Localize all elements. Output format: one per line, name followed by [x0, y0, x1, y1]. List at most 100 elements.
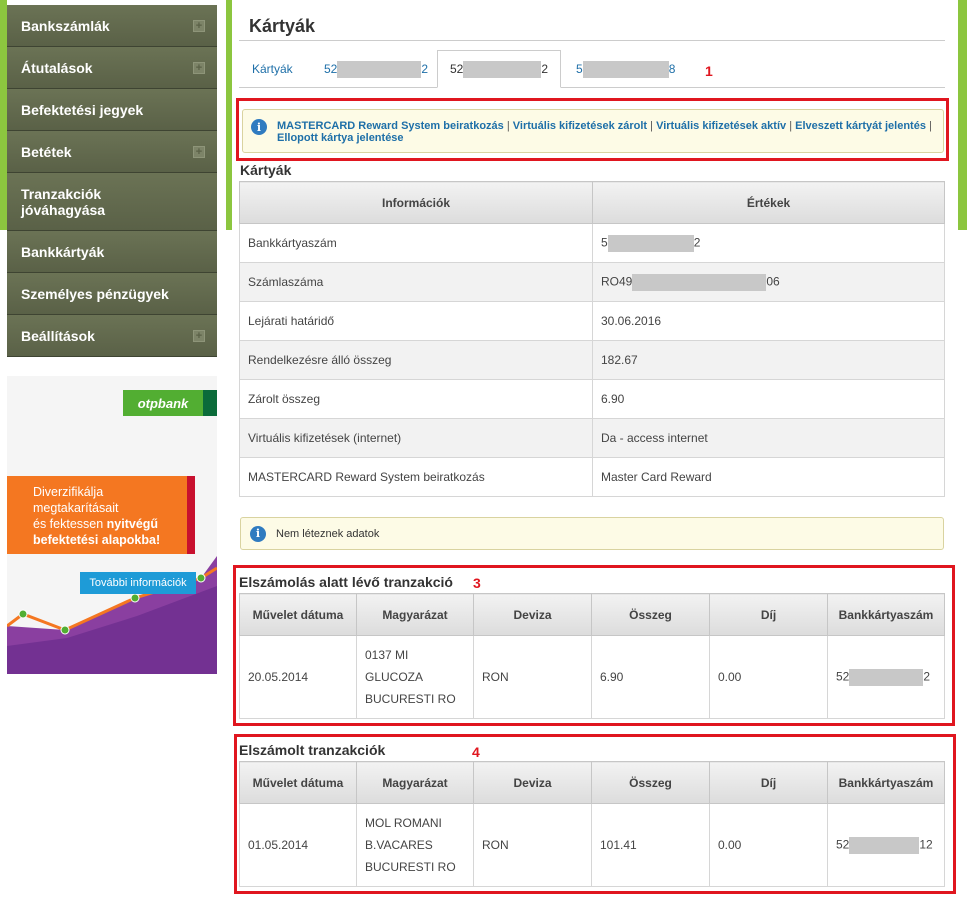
row-label: Zárolt összeg: [239, 379, 593, 419]
card-info-table: Információk Értékek Bankkártyaszám 52 Sz…: [239, 181, 945, 497]
cell-date: 01.05.2014: [239, 803, 357, 887]
sidebar-nav: Bankszámlák + Átutalások + Befektetési j…: [7, 5, 217, 357]
cell-fee: 0.00: [709, 635, 828, 719]
info-icon: i: [251, 119, 267, 135]
card-action-links: MASTERCARD Reward System beiratkozás | V…: [277, 120, 935, 144]
expand-plus-icon[interactable]: +: [193, 145, 205, 158]
card-tabs: Kártyák 52 2 52 2 58: [239, 50, 945, 88]
sidebar-item-befektetesi-jegyek[interactable]: Befektetési jegyek: [7, 89, 217, 131]
annotation-4: 4: [472, 744, 480, 760]
masked-card-number: [849, 668, 924, 686]
row-value: 182.67: [592, 340, 945, 380]
tab-cards[interactable]: Kártyák: [252, 50, 293, 88]
row-value: Master Card Reward: [592, 457, 945, 497]
promo-line: és fektessen nyitvégű: [33, 517, 159, 531]
table-row: Zárolt összeg 6.90: [239, 379, 945, 419]
column-header: Bankkártyaszám: [827, 761, 945, 804]
settled-transactions-table: Művelet dátuma Magyarázat Deviza Összeg …: [239, 761, 945, 887]
more-info-button[interactable]: További információk: [80, 572, 196, 594]
tab-card-2[interactable]: 52 2: [437, 50, 561, 88]
row-value: Da - access internet: [592, 418, 945, 458]
sidebar-item-label: Betétek: [21, 143, 72, 160]
cell-description: 0137 MI GLUCOZA BUCURESTI RO: [356, 635, 474, 719]
row-value: 52: [592, 223, 945, 263]
table-row: Számlaszáma RO49 06: [239, 262, 945, 302]
pending-transactions-table: Művelet dátuma Magyarázat Deviza Összeg …: [239, 593, 945, 719]
row-label: Bankkártyaszám: [239, 223, 593, 263]
promo-headline: Diverzifikálja megtakarításait és fektes…: [7, 476, 187, 554]
right-accent-bar: [958, 0, 967, 230]
sidebar-item-bankszamlak[interactable]: Bankszámlák +: [7, 5, 217, 47]
row-value: 30.06.2016: [592, 301, 945, 341]
logo-strip: [203, 390, 217, 416]
column-header: Összeg: [591, 593, 710, 636]
tab-card-1[interactable]: 52 2: [324, 50, 428, 88]
page-title: Kártyák: [249, 16, 316, 36]
table-row: Bankkártyaszám 52: [239, 223, 945, 263]
expand-plus-icon[interactable]: +: [193, 329, 205, 342]
annotation-1: 1: [705, 63, 713, 79]
table-row: Lejárati határidő 30.06.2016: [239, 301, 945, 341]
card-actions-box: i MASTERCARD Reward System beiratkozás |…: [242, 109, 944, 153]
masked-card-number: [582, 60, 669, 78]
cell-description: MOL ROMANI B.VACARES BUCURESTI RO: [356, 803, 474, 887]
column-header: Díj: [709, 761, 828, 804]
link-virtual-active[interactable]: Virtuális kifizetések aktív: [656, 120, 786, 132]
row-label: Lejárati határidő: [239, 301, 593, 341]
link-report-stolen-card[interactable]: Ellopott kártya jelentése: [277, 132, 404, 144]
row-label: Virtuális kifizetések (internet): [239, 418, 593, 458]
sidebar-item-label: Bankszámlák: [21, 17, 110, 34]
no-data-notice: i Nem léteznek adatok: [240, 517, 944, 550]
sidebar-item-label: Tranzakciók jóváhagyása: [21, 185, 106, 218]
column-header: Magyarázat: [356, 761, 474, 804]
table-row: 20.05.2014 0137 MI GLUCOZA BUCURESTI RO RO…: [239, 635, 945, 719]
sidebar-item-label: Személyes pénzügyek: [21, 285, 169, 302]
section-title-cards: Kártyák: [240, 162, 292, 178]
promo-strip: [187, 476, 195, 554]
column-header: Díj: [709, 593, 828, 636]
masked-card-number: [849, 836, 920, 854]
link-mastercard-reward[interactable]: MASTERCARD Reward System beiratkozás: [277, 120, 504, 132]
promo-line: megtakarításait: [33, 501, 119, 515]
separator: |: [506, 120, 510, 132]
row-value: 6.90: [592, 379, 945, 419]
expand-plus-icon[interactable]: +: [193, 61, 205, 74]
promo-banner[interactable]: otpbank Diverzifikálja megtakarításait é…: [7, 376, 217, 674]
section-title-settled: Elszámolt tranzakciók: [239, 742, 386, 758]
column-header: Értékek: [592, 181, 945, 224]
sidebar-item-tranzakciok-jovahagyasa[interactable]: Tranzakciók jóváhagyása: [7, 173, 217, 231]
sidebar-item-beallitasok[interactable]: Beállítások +: [7, 315, 217, 357]
title-divider: [239, 40, 945, 41]
masked-card-number: [607, 234, 694, 252]
link-report-lost-card[interactable]: Elveszett kártyát jelentés: [795, 120, 926, 132]
column-header: Információk: [239, 181, 593, 224]
row-value: RO49 06: [592, 262, 945, 302]
sidebar-item-label: Befektetési jegyek: [21, 101, 144, 118]
column-header: Magyarázat: [356, 593, 474, 636]
tab-card-3[interactable]: 58: [576, 50, 675, 88]
row-label: Rendelkezésre álló összeg: [239, 340, 593, 380]
link-virtual-blocked[interactable]: Virtuális kifizetések zárolt: [513, 120, 647, 132]
cell-amount: 101.41: [591, 803, 710, 887]
row-label: Számlaszáma: [239, 262, 593, 302]
otpbank-logo: otpbank: [123, 390, 203, 416]
cell-currency: RON: [473, 635, 592, 719]
separator: |: [789, 120, 793, 132]
column-header: Deviza: [473, 593, 592, 636]
masked-card-number: [337, 60, 422, 78]
sidebar-item-atutalasok[interactable]: Átutalások +: [7, 47, 217, 89]
cell-currency: RON: [473, 803, 592, 887]
cell-card-number: 52 2: [827, 635, 945, 719]
sidebar-item-betetek[interactable]: Betétek +: [7, 131, 217, 173]
table-row: Rendelkezésre álló összeg 182.67: [239, 340, 945, 380]
info-icon: i: [250, 525, 266, 542]
content-accent-bar: [226, 0, 232, 230]
column-header: Művelet dátuma: [239, 761, 357, 804]
table-row: MASTERCARD Reward System beiratkozás Mas…: [239, 457, 945, 497]
expand-plus-icon[interactable]: +: [193, 19, 205, 32]
promo-line: befektetési alapokba!: [33, 533, 161, 547]
sidebar-item-bankkartyak[interactable]: Bankkártyák: [7, 231, 217, 273]
sidebar-item-szemelyes-penzugyek[interactable]: Személyes pénzügyek: [7, 273, 217, 315]
annotation-3: 3: [473, 575, 481, 591]
column-header: Művelet dátuma: [239, 593, 357, 636]
